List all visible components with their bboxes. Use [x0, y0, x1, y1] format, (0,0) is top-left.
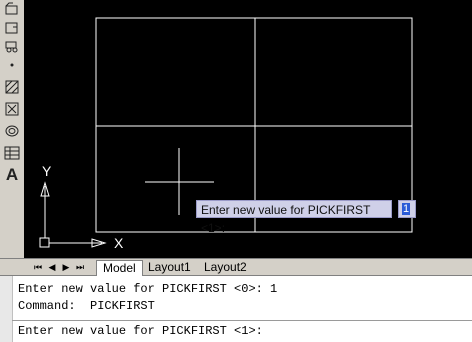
command-input-line[interactable]: Enter new value for PICKFIRST <1>:: [18, 324, 263, 338]
drawing-canvas[interactable]: Y X: [24, 0, 472, 258]
axis-x-label: X: [114, 235, 124, 251]
next-tab-icon[interactable]: ▶: [60, 261, 72, 273]
table-icon[interactable]: [3, 144, 21, 162]
hatch-icon[interactable]: [3, 78, 21, 96]
folder-open-icon[interactable]: [3, 0, 21, 18]
tab-layout1[interactable]: Layout1: [142, 260, 197, 275]
gradient-icon[interactable]: [3, 100, 21, 118]
region-icon[interactable]: [3, 122, 21, 140]
ucs-icon: [39, 181, 107, 248]
prev-tab-icon[interactable]: ◀: [46, 261, 58, 273]
command-line-gutter: [0, 276, 13, 342]
tab-layout2[interactable]: Layout2: [198, 260, 253, 275]
layout-tabs-bar: ⏮ ◀ ▶ ⏭ Model Layout1 Layout2: [0, 258, 472, 276]
tab-model[interactable]: Model: [96, 260, 143, 276]
dynamic-input-field[interactable]: 1: [398, 200, 416, 218]
draw-toolbar: A: [0, 0, 25, 258]
folder-icon[interactable]: [3, 18, 21, 36]
dynamic-input-value[interactable]: 1: [402, 203, 410, 215]
command-history-line: Command: PICKFIRST: [18, 299, 155, 313]
command-line-window[interactable]: Enter new value for PICKFIRST <0>: 1 Com…: [0, 276, 472, 342]
last-tab-icon[interactable]: ⏭: [74, 261, 86, 273]
first-tab-icon[interactable]: ⏮: [32, 261, 44, 273]
text-tool-icon[interactable]: A: [3, 166, 21, 184]
canvas-graphics: Y X: [39, 17, 413, 251]
command-separator: [12, 320, 472, 321]
axis-y-label: Y: [42, 163, 52, 179]
point-icon[interactable]: [3, 56, 21, 74]
command-history-line: Enter new value for PICKFIRST <0>: 1: [18, 282, 278, 296]
dynamic-input-prompt: Enter new value for PICKFIRST <1>:: [196, 200, 392, 235]
vehicle-icon[interactable]: [3, 36, 21, 54]
